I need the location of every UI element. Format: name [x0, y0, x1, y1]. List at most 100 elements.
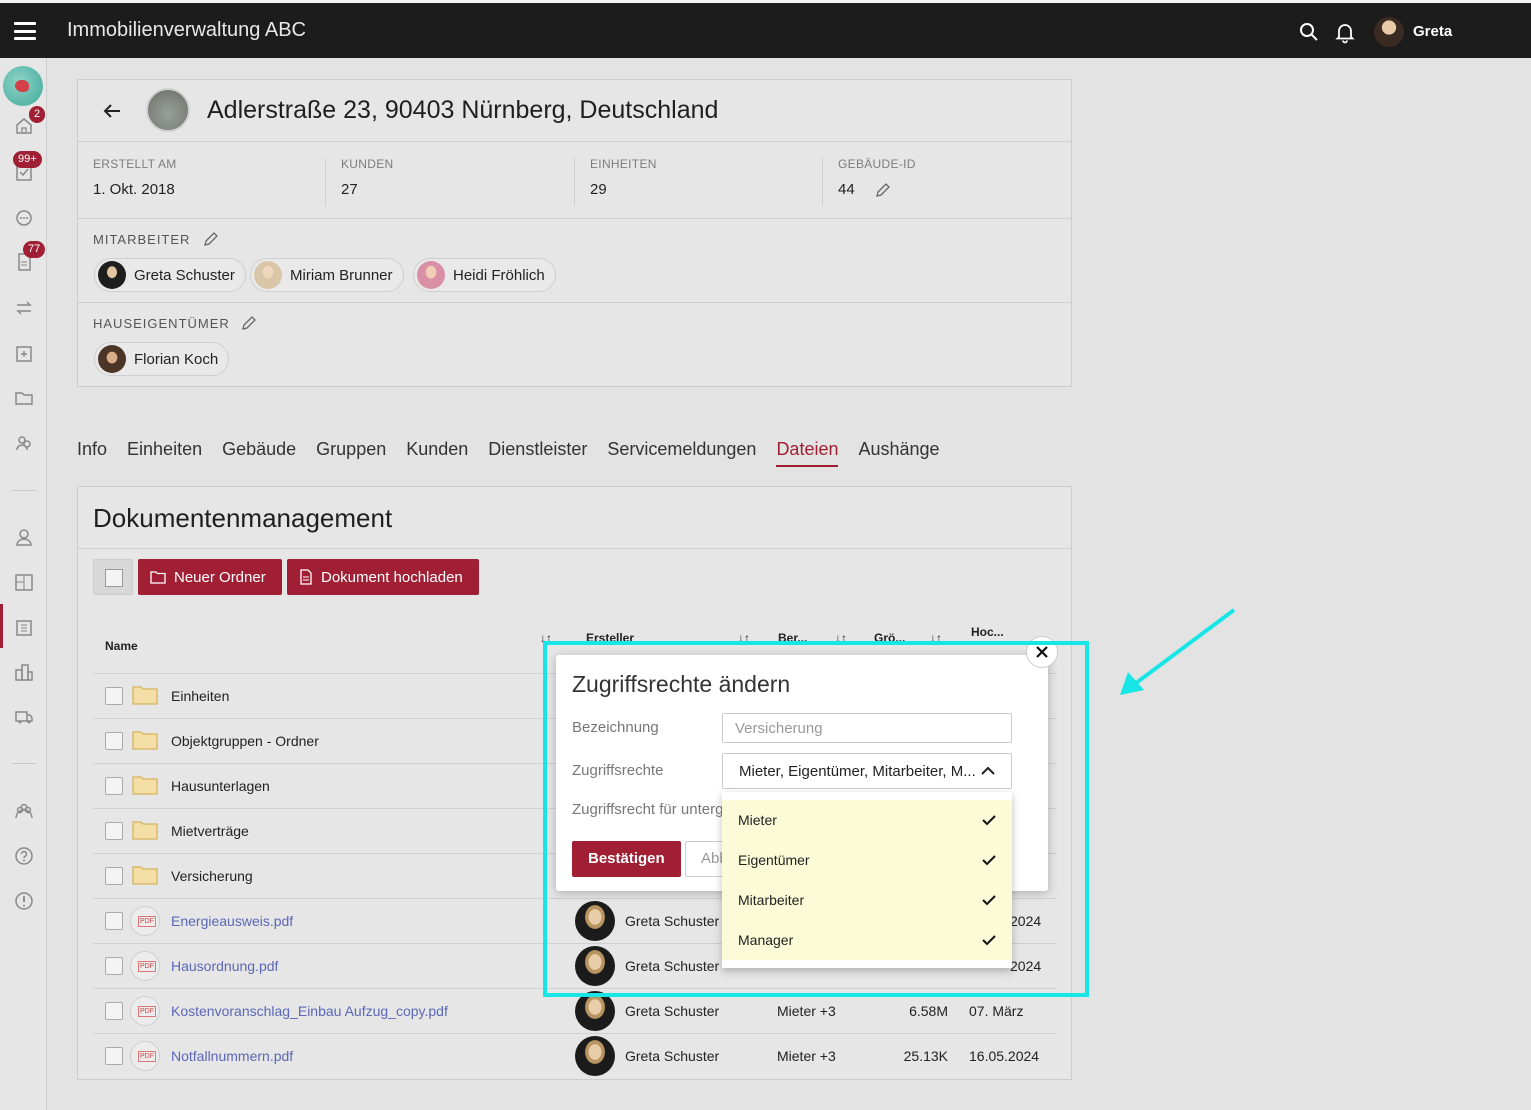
truck-icon[interactable]: [14, 707, 34, 727]
transfer-icon[interactable]: [14, 298, 34, 318]
select-all-checkbox[interactable]: [93, 559, 133, 595]
meta-label: EINHEITEN: [590, 157, 657, 171]
building-card: Adlerstraße 23, 90403 Nürnberg, Deutschl…: [77, 79, 1072, 387]
home-badge: 2: [29, 106, 46, 123]
chat-icon[interactable]: [14, 208, 34, 228]
tab-dienstleister[interactable]: Dienstleister: [488, 439, 587, 467]
pdf-icon: [130, 951, 160, 981]
file-name[interactable]: Hausordnung.pdf: [171, 958, 278, 974]
info-alert-icon[interactable]: [14, 891, 34, 911]
page-title: Adlerstraße 23, 90403 Nürnberg, Deutschl…: [207, 96, 719, 124]
sidebar-divider: [12, 763, 36, 764]
meta-value: 27: [341, 181, 358, 198]
row-checkbox[interactable]: [105, 867, 123, 885]
sidebar-active-indicator: [0, 604, 3, 648]
search-icon[interactable]: [1297, 20, 1321, 44]
section-title: Dokumentenmanagement: [93, 503, 393, 533]
owner-chip[interactable]: Florian Koch: [94, 342, 230, 376]
user-name[interactable]: Greta: [1413, 23, 1452, 40]
column-header-upload[interactable]: Hoc...: [971, 625, 1004, 639]
employee-name: Greta Schuster: [134, 266, 235, 284]
row-checkbox[interactable]: [105, 777, 123, 795]
row-checkbox[interactable]: [105, 912, 123, 930]
divider: [78, 218, 1071, 219]
meta-label: GEBÄUDE-ID: [838, 157, 916, 171]
top-bar: Immobilienverwaltung ABC Greta: [0, 0, 1531, 58]
meta-value: 1. Okt. 2018: [93, 181, 175, 198]
edit-pencil-icon[interactable]: [241, 315, 257, 331]
avatar: [417, 261, 445, 289]
edit-pencil-icon[interactable]: [875, 182, 891, 198]
tab-bar: Info Einheiten Gebäude Gruppen Kunden Di…: [77, 439, 940, 467]
row-checkbox[interactable]: [105, 732, 123, 750]
tab-einheiten[interactable]: Einheiten: [127, 439, 202, 467]
column-header-name[interactable]: Name: [105, 639, 138, 653]
file-name[interactable]: Mietverträge: [171, 823, 249, 839]
edit-pencil-icon[interactable]: [203, 231, 219, 247]
meta-label: ERSTELLT AM: [93, 157, 177, 171]
tab-gruppen[interactable]: Gruppen: [316, 439, 386, 467]
table-row[interactable]: Notfallnummern.pdf Greta Schuster Mieter…: [93, 1033, 1056, 1078]
row-checkbox[interactable]: [105, 1002, 123, 1020]
divider: [78, 302, 1071, 303]
tasks-badge: 99+: [13, 151, 42, 168]
annotation-highlight-box: [543, 641, 1089, 997]
row-checkbox[interactable]: [105, 957, 123, 975]
divider: [574, 158, 575, 206]
row-checkbox[interactable]: [105, 687, 123, 705]
tab-gebaeude[interactable]: Gebäude: [222, 439, 296, 467]
bell-icon[interactable]: [1333, 20, 1357, 44]
upload-date: 16.05.2024: [969, 1048, 1040, 1064]
tab-aushaenge[interactable]: Aushänge: [858, 439, 939, 467]
employee-name: Heidi Fröhlich: [453, 266, 545, 284]
building-icon[interactable]: [14, 617, 34, 637]
floorplan-icon[interactable]: [14, 572, 34, 592]
tab-info[interactable]: Info: [77, 439, 107, 467]
building-image: [146, 88, 190, 132]
help-icon[interactable]: [14, 846, 34, 866]
tab-servicemeldungen[interactable]: Servicemeldungen: [607, 439, 756, 467]
upload-label: Dokument hochladen: [321, 568, 463, 586]
group-icon[interactable]: [14, 801, 34, 821]
divider: [78, 548, 1071, 549]
file-name[interactable]: Kostenvoranschlag_Einbau Aufzug_copy.pdf: [171, 1003, 448, 1019]
users-icon[interactable]: [14, 433, 34, 453]
person-icon[interactable]: [14, 527, 34, 547]
menu-icon[interactable]: [14, 22, 36, 40]
row-checkbox[interactable]: [105, 822, 123, 840]
new-folder-button[interactable]: Neuer Ordner: [138, 559, 282, 595]
file-size: 25.13K: [903, 1048, 948, 1064]
app-logo[interactable]: [3, 66, 43, 106]
avatar: [98, 345, 126, 373]
file-name[interactable]: Energieausweis.pdf: [171, 913, 293, 929]
documents-badge: 77: [23, 241, 46, 258]
row-checkbox[interactable]: [105, 1047, 123, 1065]
calendar-icon[interactable]: [14, 343, 34, 363]
employee-chip[interactable]: Miriam Brunner: [250, 258, 404, 292]
annotation-arrow-icon: [1120, 608, 1236, 695]
file-name[interactable]: Hausunterlagen: [171, 778, 270, 794]
avatar: [575, 1036, 615, 1076]
city-icon[interactable]: [14, 662, 34, 682]
owner-name: Florian Koch: [134, 350, 219, 368]
avatar: [575, 991, 615, 1031]
employee-chip[interactable]: Greta Schuster: [94, 258, 246, 292]
file-name[interactable]: Objektgruppen - Ordner: [171, 733, 319, 749]
user-avatar[interactable]: [1374, 17, 1404, 47]
creator-name: Greta Schuster: [625, 1003, 720, 1019]
tab-kunden[interactable]: Kunden: [406, 439, 468, 467]
folder-icon[interactable]: [14, 388, 34, 408]
employee-chip[interactable]: Heidi Fröhlich: [413, 258, 556, 292]
meta-value: 44: [838, 181, 855, 198]
tab-dateien[interactable]: Dateien: [776, 439, 839, 467]
divider: [78, 141, 1071, 142]
file-name[interactable]: Notfallnummern.pdf: [171, 1048, 293, 1064]
back-arrow-icon[interactable]: [101, 100, 123, 122]
creator-name: Greta Schuster: [625, 1048, 720, 1064]
upload-document-button[interactable]: Dokument hochladen: [287, 559, 479, 595]
file-name[interactable]: Versicherung: [171, 868, 253, 884]
employee-name: Miriam Brunner: [290, 266, 393, 284]
avatar: [98, 261, 126, 289]
pdf-icon: [130, 906, 160, 936]
file-name[interactable]: Einheiten: [171, 688, 229, 704]
